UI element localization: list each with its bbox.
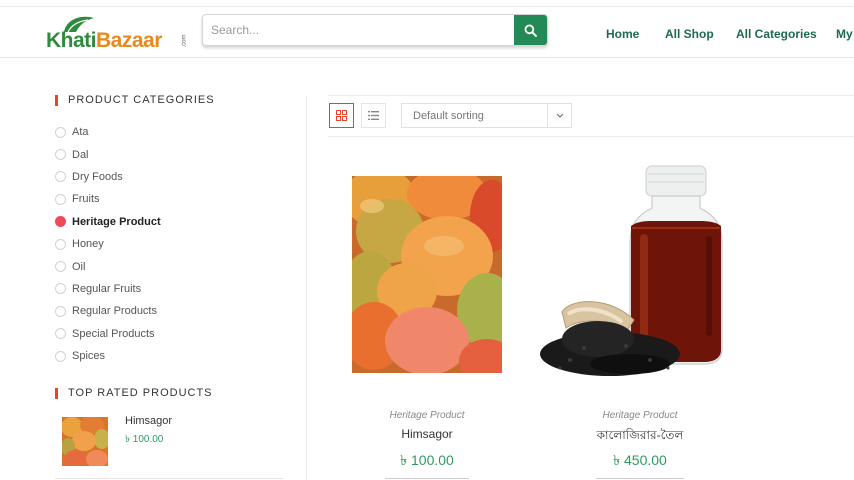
- logo-suffix: .com: [181, 34, 188, 48]
- product-card: Heritage Product Himsagor ৳ 100.00: [327, 160, 527, 480]
- nav-all-categories[interactable]: All Categories: [736, 27, 817, 41]
- category-label: Dry Foods: [72, 170, 123, 183]
- radio-icon[interactable]: [55, 283, 66, 295]
- top-rated-heading: TOP RATED PRODUCTS: [55, 387, 213, 399]
- category-item[interactable]: Fruits: [55, 188, 161, 210]
- list-view-button[interactable]: [361, 103, 386, 128]
- category-label: Ata: [72, 126, 89, 139]
- category-item[interactable]: Ata: [55, 121, 161, 143]
- divider: [306, 96, 307, 480]
- product-name[interactable]: Himsagor: [327, 427, 527, 441]
- site-header: KhatiBazaar .com Home All Shop All Categ…: [0, 8, 854, 58]
- logo-part2: Bazaar: [96, 29, 162, 52]
- divider: [328, 136, 854, 137]
- radio-icon[interactable]: [55, 126, 66, 138]
- category-item[interactable]: Dry Foods: [55, 166, 161, 188]
- product-name[interactable]: কালোজিরার-তৈল: [540, 427, 740, 447]
- category-label: Fruits: [72, 193, 100, 206]
- radio-icon[interactable]: [55, 305, 66, 317]
- divider: [596, 478, 684, 479]
- category-label: Oil: [72, 260, 86, 273]
- site-logo[interactable]: KhatiBazaar .com: [46, 14, 188, 56]
- top-rated-thumbnail[interactable]: [62, 417, 108, 466]
- nav-all-shop[interactable]: All Shop: [665, 27, 714, 41]
- grid-view-button[interactable]: [329, 103, 354, 128]
- list-icon: [368, 111, 379, 120]
- top-border: [0, 0, 854, 7]
- category-label: Honey: [72, 238, 104, 251]
- product-price: ৳ 450.00: [613, 452, 667, 468]
- product-price: ৳ 100.00: [400, 452, 454, 468]
- radio-icon[interactable]: [55, 261, 66, 273]
- chevron-down-icon[interactable]: [547, 104, 571, 127]
- divider: [328, 95, 854, 96]
- logo-wordmark: KhatiBazaar: [46, 29, 162, 53]
- radio-icon[interactable]: [55, 328, 66, 340]
- radio-selected-icon[interactable]: [55, 216, 66, 228]
- category-item-active[interactable]: Heritage Product: [55, 211, 161, 233]
- category-item[interactable]: Oil: [55, 255, 161, 277]
- oil-bottle-image: [540, 165, 723, 376]
- top-rated-name[interactable]: Himsagor: [125, 415, 172, 427]
- divider: [55, 478, 283, 479]
- radio-icon[interactable]: [55, 238, 66, 250]
- divider: [385, 478, 469, 479]
- category-label: Heritage Product: [72, 215, 161, 228]
- category-item[interactable]: Regular Fruits: [55, 278, 161, 300]
- product-category[interactable]: Heritage Product: [327, 410, 527, 421]
- grid-icon: [336, 110, 347, 121]
- category-item[interactable]: Spices: [55, 345, 161, 367]
- top-rated-price: ৳ 100.00: [125, 434, 164, 445]
- category-item[interactable]: Special Products: [55, 323, 161, 345]
- category-label: Regular Products: [72, 305, 157, 318]
- mango-image: [62, 417, 108, 466]
- radio-icon[interactable]: [55, 171, 66, 183]
- category-item[interactable]: Regular Products: [55, 300, 161, 322]
- nav-my-account[interactable]: My: [836, 27, 853, 41]
- product-image[interactable]: [352, 176, 502, 373]
- search-button[interactable]: [514, 15, 547, 45]
- logo-part1: Khati: [46, 29, 97, 52]
- product-card: Heritage Product কালোজিরার-তৈল ৳ 450.00: [540, 160, 740, 480]
- category-label: Regular Fruits: [72, 282, 142, 295]
- category-item[interactable]: Dal: [55, 143, 161, 165]
- sort-select[interactable]: Default sorting: [401, 103, 572, 128]
- category-item[interactable]: Honey: [55, 233, 161, 255]
- search-bar: [202, 14, 548, 46]
- mango-image: [352, 176, 502, 373]
- product-categories-heading: PRODUCT CATEGORIES: [55, 94, 215, 106]
- search-input[interactable]: [203, 15, 516, 45]
- nav-home[interactable]: Home: [606, 27, 639, 41]
- category-label: Special Products: [72, 327, 155, 340]
- category-label: Spices: [72, 350, 106, 363]
- product-image[interactable]: [540, 164, 730, 384]
- radio-icon[interactable]: [55, 149, 66, 161]
- radio-icon[interactable]: [55, 193, 66, 205]
- search-icon: [524, 24, 537, 37]
- sort-value: Default sorting: [413, 109, 484, 122]
- category-label: Dal: [72, 148, 89, 161]
- category-list: Ata Dal Dry Foods Fruits Heritage Produc…: [55, 121, 161, 367]
- product-category[interactable]: Heritage Product: [540, 410, 740, 421]
- radio-icon[interactable]: [55, 350, 66, 362]
